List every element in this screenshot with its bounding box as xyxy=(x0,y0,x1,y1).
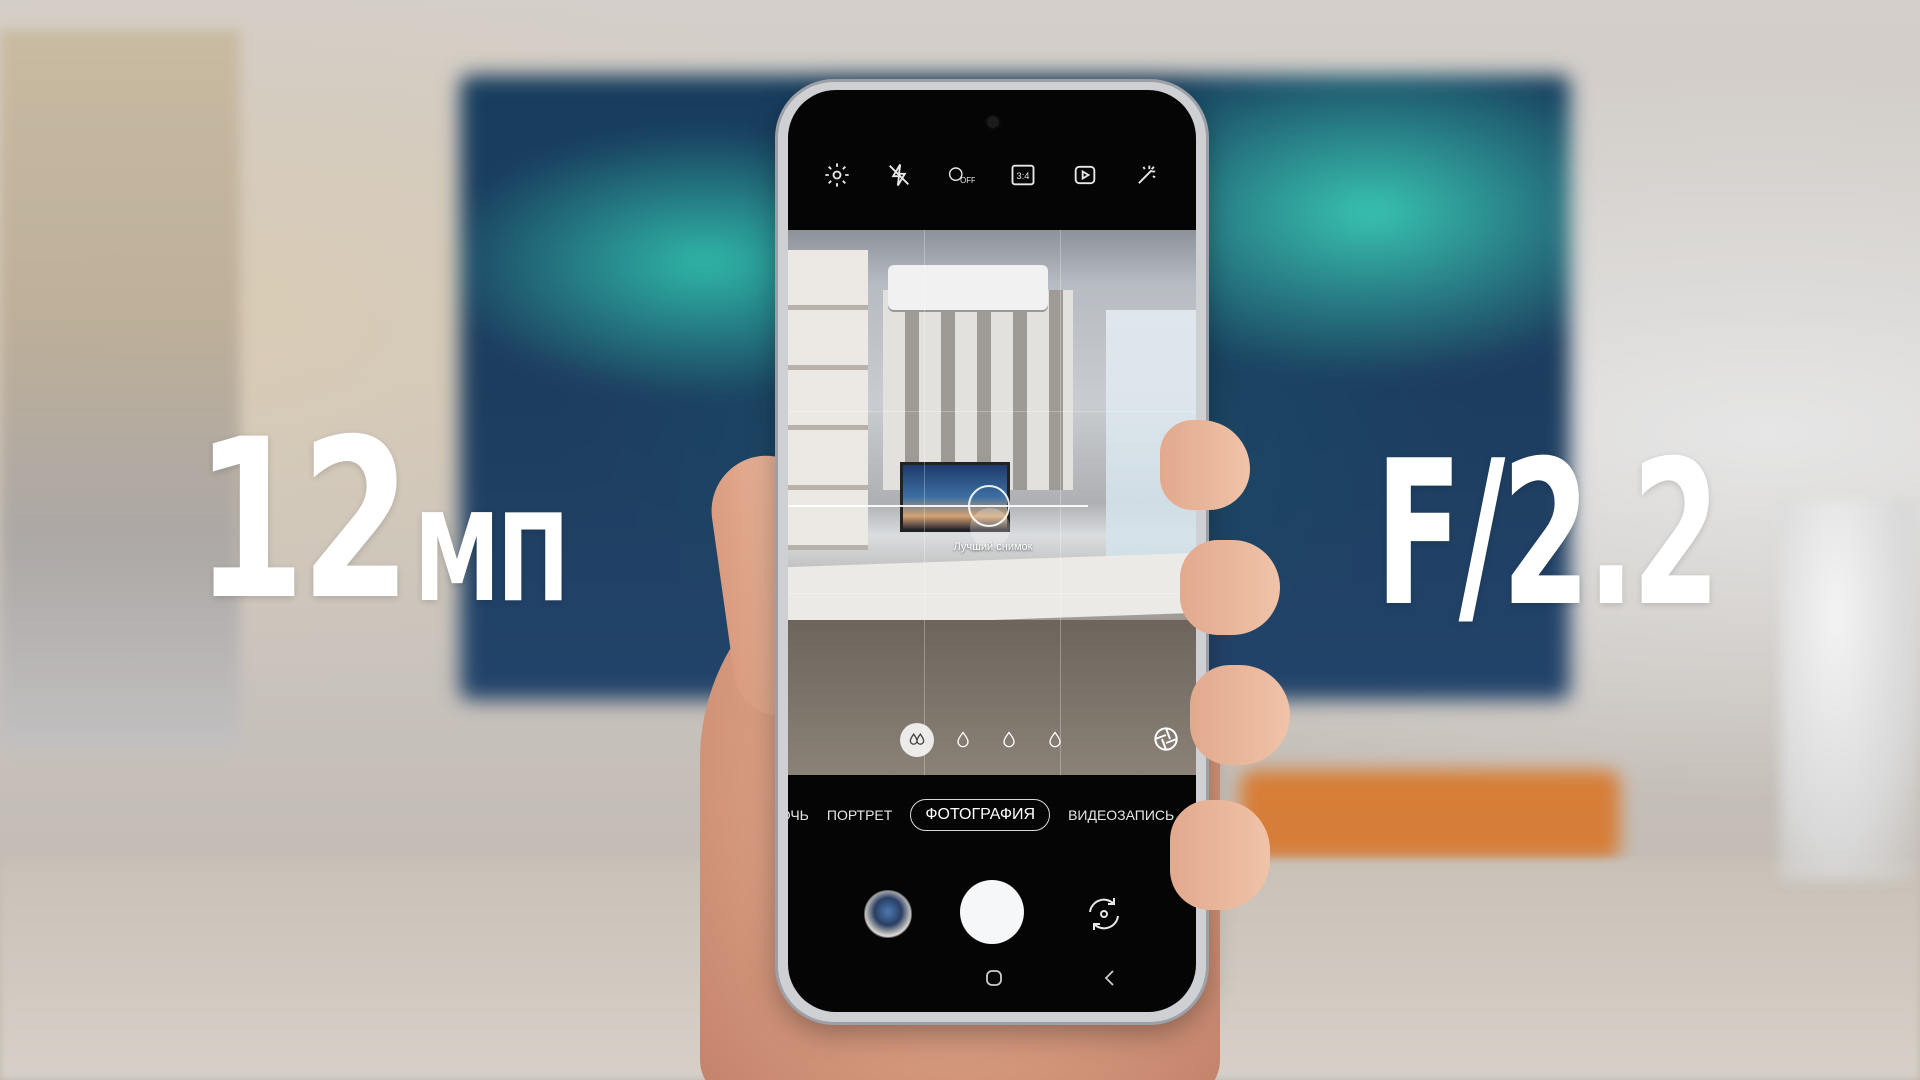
timer-off-icon[interactable]: OFF xyxy=(943,157,979,193)
best-shot-label: Лучший снимок xyxy=(953,541,1033,553)
grid-line xyxy=(788,593,1196,594)
tv-stand xyxy=(1240,770,1620,860)
filter-row xyxy=(788,720,1196,760)
aperture-overlay: F/2.2 xyxy=(1375,418,1721,651)
phone-screen: OFF 3:4 Лучший снимок ЧЬ ПОРТРЕТ ФОТОГРА… xyxy=(788,90,1196,1012)
effects-icon[interactable] xyxy=(1129,157,1165,193)
timer-label: OFF xyxy=(960,176,975,185)
shutter-button[interactable] xyxy=(960,880,1024,944)
viewfinder-desk xyxy=(788,552,1196,628)
viewfinder-air-conditioner xyxy=(888,265,1048,310)
gallery-thumbnail[interactable] xyxy=(864,890,912,938)
mode-night[interactable]: ОЧЬ xyxy=(788,807,809,823)
system-nav-bar xyxy=(788,966,1196,996)
megapixels-overlay: 12 МП xyxy=(195,392,569,648)
home-icon[interactable] xyxy=(984,968,1004,988)
grid-line xyxy=(788,411,1196,412)
bottle xyxy=(1780,500,1920,880)
flash-off-icon[interactable] xyxy=(881,157,917,193)
mode-portrait[interactable]: ПОРТРЕТ xyxy=(827,807,892,823)
back-icon[interactable] xyxy=(1100,968,1120,988)
aspect-ratio-icon[interactable]: 3:4 xyxy=(1005,157,1041,193)
megapixels-number: 12 xyxy=(195,392,411,648)
finger xyxy=(1180,540,1280,635)
megapixels-unit: МП xyxy=(413,490,569,629)
switch-camera-icon[interactable] xyxy=(1080,890,1128,938)
gear-icon[interactable] xyxy=(819,157,855,193)
motion-photo-icon[interactable] xyxy=(1067,157,1103,193)
grid-line xyxy=(924,230,925,775)
viewfinder-striped-wall xyxy=(883,290,1073,490)
front-camera xyxy=(987,116,999,128)
grid-line xyxy=(1060,230,1061,775)
filter-droplet-icon[interactable] xyxy=(992,723,1026,757)
mode-video[interactable]: ВИДЕОЗАПИСЬ xyxy=(1068,807,1174,823)
smartphone: OFF 3:4 Лучший снимок ЧЬ ПОРТРЕТ ФОТОГРА… xyxy=(778,82,1206,1022)
filter-droplet-icon[interactable] xyxy=(1038,723,1072,757)
finger xyxy=(1170,800,1270,910)
finger xyxy=(1190,665,1290,765)
camera-viewfinder[interactable]: Лучший снимок xyxy=(788,230,1196,775)
all-filters-icon[interactable] xyxy=(900,723,934,757)
level-indicator xyxy=(788,505,1088,507)
camera-top-bar: OFF 3:4 xyxy=(788,150,1196,200)
filter-droplet-icon[interactable] xyxy=(946,723,980,757)
aspect-ratio-label: 3:4 xyxy=(1017,171,1030,181)
aperture-effect-icon[interactable] xyxy=(1150,723,1182,755)
camera-controls xyxy=(788,872,1196,952)
mode-photo[interactable]: ФОТОГРАФИЯ xyxy=(910,799,1051,831)
camera-mode-selector: ОЧЬ ПОРТРЕТ ФОТОГРАФИЯ ВИДЕОЗАПИСЬ xyxy=(788,795,1196,835)
